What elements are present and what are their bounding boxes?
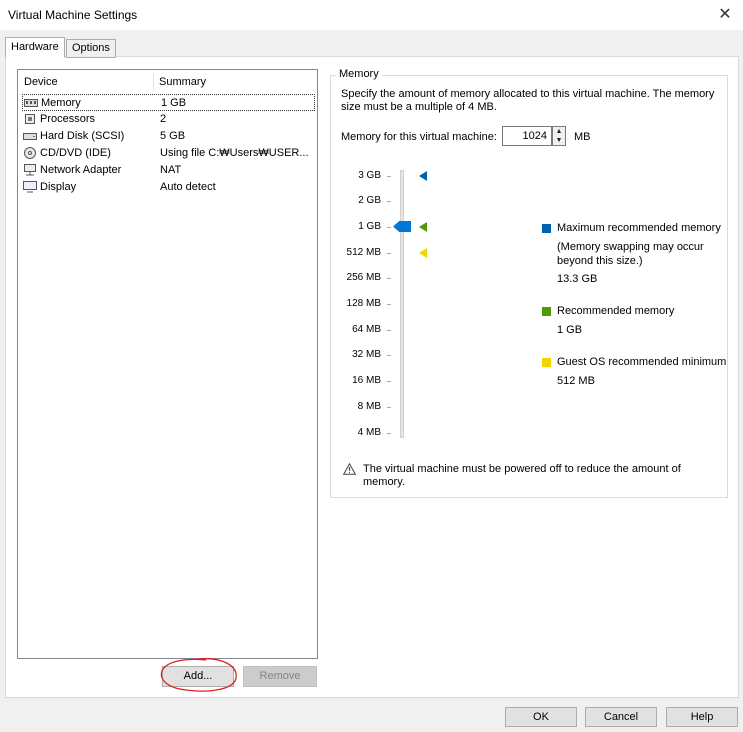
scale-tick xyxy=(387,201,391,202)
window-title: Virtual Machine Settings xyxy=(8,8,138,22)
device-name: CD/DVD (IDE) xyxy=(40,147,111,159)
scale-tick xyxy=(387,330,391,331)
scale-tick xyxy=(387,278,391,279)
device-name: Network Adapter xyxy=(40,164,122,176)
guest-minimum-value: 512 MB xyxy=(557,375,595,387)
network-adapter-icon xyxy=(24,164,36,176)
device-row-hard-disk[interactable]: Hard Disk (SCSI) 5 GB xyxy=(22,128,315,145)
memory-unit: MB xyxy=(574,131,591,143)
scale-label-512mb: 512 MB xyxy=(346,247,381,258)
max-recommended-value: 13.3 GB xyxy=(557,273,598,285)
ok-button[interactable]: OK xyxy=(505,707,577,727)
device-summary: NAT xyxy=(160,164,182,176)
tab-hardware[interactable]: Hardware xyxy=(5,37,65,58)
device-name: Display xyxy=(40,181,77,193)
spin-up-icon[interactable]: ▲ xyxy=(553,127,565,136)
scale-tick xyxy=(387,304,391,305)
device-name: Memory xyxy=(41,97,81,109)
device-summary: Auto detect xyxy=(160,181,216,193)
remove-button[interactable]: Remove xyxy=(243,666,317,687)
help-button[interactable]: Help xyxy=(666,707,738,727)
device-name: Processors xyxy=(40,113,96,125)
scale-label-8mb: 8 MB xyxy=(357,401,381,412)
scale-label-256mb: 256 MB xyxy=(346,272,381,283)
device-list: Device Summary Memory 1 GB Processors 2 … xyxy=(17,69,318,659)
tab-options[interactable]: Options xyxy=(66,39,116,58)
guest-minimum-legend-icon xyxy=(542,358,551,367)
scale-label-3gb: 3 GB xyxy=(358,170,381,181)
guest-minimum-title: Guest OS recommended minimum xyxy=(557,356,727,368)
device-summary: Using file C:₩Users₩USER... xyxy=(160,147,309,159)
device-row-cd-dvd[interactable]: CD/DVD (IDE) Using file C:₩Users₩USER... xyxy=(22,145,315,162)
memory-slider-track[interactable] xyxy=(400,170,404,438)
scale-label-4mb: 4 MB xyxy=(357,427,381,438)
scale-tick xyxy=(387,253,391,254)
cd-dvd-icon xyxy=(24,147,36,159)
device-row-memory[interactable]: Memory 1 GB xyxy=(22,94,315,111)
scale-tick xyxy=(387,176,391,177)
warning-icon xyxy=(343,463,356,475)
guest-minimum-marker-icon xyxy=(419,248,427,258)
scale-label-2gb: 2 GB xyxy=(358,195,381,206)
scale-label-128mb: 128 MB xyxy=(346,298,381,309)
device-row-processors[interactable]: Processors 2 xyxy=(22,111,315,128)
memory-spinner[interactable]: ▲ ▼ xyxy=(552,126,566,146)
scale-label-16mb: 16 MB xyxy=(352,375,381,386)
recommended-marker-icon xyxy=(419,222,427,232)
memory-field-label: Memory for this virtual machine: xyxy=(341,131,497,143)
recommended-legend-icon xyxy=(542,307,551,316)
memory-description: Specify the amount of memory allocated t… xyxy=(341,88,715,113)
column-header-summary[interactable]: Summary xyxy=(159,76,206,88)
device-summary: 5 GB xyxy=(160,130,186,142)
column-header-device[interactable]: Device xyxy=(24,76,58,88)
scale-label-1gb: 1 GB xyxy=(358,221,381,232)
scale-tick xyxy=(387,407,391,408)
display-icon xyxy=(23,181,37,193)
processor-icon xyxy=(25,114,35,124)
device-row-display[interactable]: Display Auto detect xyxy=(22,179,315,196)
scale-tick xyxy=(387,227,391,228)
cancel-button[interactable]: Cancel xyxy=(585,707,657,727)
max-recommended-legend-icon xyxy=(542,224,551,233)
spin-down-icon[interactable]: ▼ xyxy=(553,136,565,145)
hard-disk-icon xyxy=(23,133,37,140)
scale-tick xyxy=(387,381,391,382)
max-recommended-marker-icon xyxy=(419,171,427,181)
scale-tick xyxy=(387,433,391,434)
scale-tick xyxy=(387,355,391,356)
close-icon[interactable]: ✕ xyxy=(713,3,737,27)
memory-group-title: Memory xyxy=(336,68,382,80)
memory-icon xyxy=(24,99,38,107)
red-circle-annotation xyxy=(160,658,237,692)
memory-input[interactable]: 1024 xyxy=(502,126,552,146)
recommended-value: 1 GB xyxy=(557,324,583,336)
device-name: Hard Disk (SCSI) xyxy=(40,130,125,142)
device-row-network-adapter[interactable]: Network Adapter NAT xyxy=(22,162,315,179)
power-off-warning: The virtual machine must be powered off … xyxy=(363,463,681,488)
column-separator xyxy=(153,73,154,91)
device-summary: 2 xyxy=(160,113,167,125)
scale-label-64mb: 64 MB xyxy=(352,324,381,335)
max-recommended-title: Maximum recommended memory xyxy=(557,222,721,234)
max-recommended-note: (Memory swapping may occur beyond this s… xyxy=(557,241,704,267)
scale-label-32mb: 32 MB xyxy=(352,349,381,360)
title-bar: Virtual Machine Settings ✕ xyxy=(0,0,743,30)
recommended-title: Recommended memory xyxy=(557,305,675,317)
device-summary: 1 GB xyxy=(161,97,187,109)
